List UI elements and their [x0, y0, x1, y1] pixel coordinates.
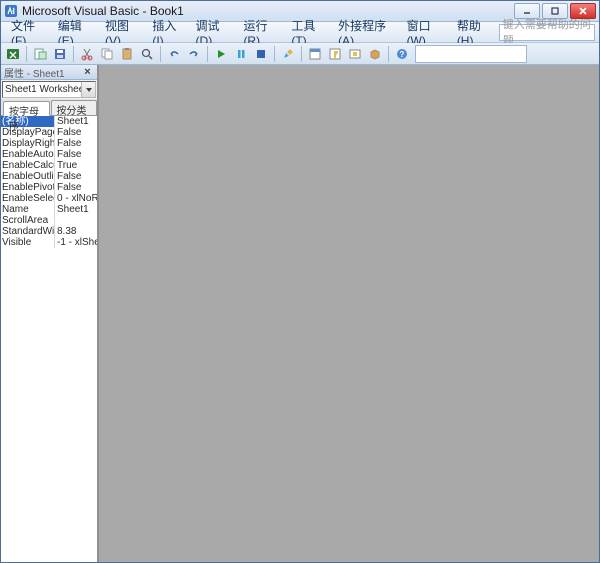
cut-button[interactable]	[78, 45, 96, 63]
property-row[interactable]: EnableSelectio0 - xlNoRestr	[1, 193, 97, 204]
vbe-window: Microsoft Visual Basic - Book1 文件(F) 编辑(…	[0, 0, 600, 563]
property-value[interactable]: Sheet1	[55, 116, 97, 127]
object-selector-value: Sheet1 Worksheet	[5, 84, 87, 95]
project-explorer-button[interactable]	[306, 45, 324, 63]
toolbar-separator	[160, 46, 161, 62]
property-name: EnableOutlinin	[1, 171, 55, 182]
properties-pane: 属性 - Sheet1 × Sheet1 Worksheet 按字母序 按分类序…	[1, 65, 99, 562]
toolbar-separator	[207, 46, 208, 62]
main-area: 属性 - Sheet1 × Sheet1 Worksheet 按字母序 按分类序…	[1, 65, 599, 562]
property-tabs: 按字母序 按分类序	[1, 99, 97, 116]
property-value[interactable]: False	[55, 149, 97, 160]
property-value[interactable]: Sheet1	[55, 204, 97, 215]
property-name: StandardWidth	[1, 226, 55, 237]
svg-text:?: ?	[400, 50, 405, 59]
tab-alphabetic[interactable]: 按字母序	[3, 101, 50, 116]
mdi-workspace	[99, 65, 599, 562]
object-selector[interactable]: Sheet1 Worksheet	[2, 81, 96, 98]
property-value[interactable]: False	[55, 127, 97, 138]
insert-button[interactable]	[31, 45, 49, 63]
toolbar: ?	[1, 43, 599, 65]
tab-categorized[interactable]: 按分类序	[51, 100, 98, 115]
break-button[interactable]	[232, 45, 250, 63]
property-row[interactable]: StandardWidth8.38	[1, 226, 97, 237]
property-row[interactable]: ScrollArea	[1, 215, 97, 226]
view-excel-button[interactable]	[4, 45, 22, 63]
properties-window-button[interactable]	[326, 45, 344, 63]
help-search-box[interactable]: 键入需要帮助的问题	[499, 24, 595, 41]
property-row[interactable]: NameSheet1	[1, 204, 97, 215]
toolbar-separator	[73, 46, 74, 62]
property-row[interactable]: DisplayRightToFalse	[1, 138, 97, 149]
property-name: Visible	[1, 237, 55, 248]
property-name: EnableAutoFilt	[1, 149, 55, 160]
property-value[interactable]: 0 - xlNoRestr	[55, 193, 97, 204]
property-row[interactable]: EnableOutlininFalse	[1, 171, 97, 182]
undo-button[interactable]	[165, 45, 183, 63]
property-value[interactable]	[55, 215, 97, 226]
property-value[interactable]: True	[55, 160, 97, 171]
property-name: ScrollArea	[1, 215, 55, 226]
reset-button[interactable]	[252, 45, 270, 63]
properties-pane-title: 属性 - Sheet1	[4, 65, 81, 80]
properties-pane-close-button[interactable]: ×	[81, 66, 94, 79]
property-name: EnablePivotTab	[1, 182, 55, 193]
run-button[interactable]	[212, 45, 230, 63]
property-row[interactable]: EnableAutoFiltFalse	[1, 149, 97, 160]
design-mode-button[interactable]	[279, 45, 297, 63]
paste-button[interactable]	[118, 45, 136, 63]
property-name: Name	[1, 204, 55, 215]
property-grid[interactable]: (名称)Sheet1DisplayPageBreFalseDisplayRigh…	[1, 116, 97, 562]
save-button[interactable]	[51, 45, 69, 63]
help-button[interactable]: ?	[393, 45, 411, 63]
toolbar-dropdown[interactable]	[415, 45, 527, 63]
properties-pane-titlebar: 属性 - Sheet1 ×	[1, 65, 97, 80]
property-value[interactable]: False	[55, 182, 97, 193]
property-value[interactable]: False	[55, 171, 97, 182]
toolbox-button[interactable]	[366, 45, 384, 63]
chevron-down-icon	[81, 82, 95, 97]
property-value[interactable]: 8.38	[55, 226, 97, 237]
property-name: EnableCalculat	[1, 160, 55, 171]
toolbar-separator	[274, 46, 275, 62]
toolbar-separator	[26, 46, 27, 62]
property-name: DisplayRightTo	[1, 138, 55, 149]
find-button[interactable]	[138, 45, 156, 63]
property-row[interactable]: Visible-1 - xlSheetV	[1, 237, 97, 248]
toolbar-separator	[388, 46, 389, 62]
property-row[interactable]: EnablePivotTabFalse	[1, 182, 97, 193]
copy-button[interactable]	[98, 45, 116, 63]
redo-button[interactable]	[185, 45, 203, 63]
property-row[interactable]: EnableCalculatTrue	[1, 160, 97, 171]
toolbar-separator	[301, 46, 302, 62]
property-value[interactable]: False	[55, 138, 97, 149]
object-browser-button[interactable]	[346, 45, 364, 63]
property-value[interactable]: -1 - xlSheetV	[55, 237, 97, 248]
property-name: EnableSelectio	[1, 193, 55, 204]
menu-bar: 文件(F) 编辑(E) 视图(V) 插入(I) 调试(D) 运行(R) 工具(T…	[1, 22, 599, 43]
